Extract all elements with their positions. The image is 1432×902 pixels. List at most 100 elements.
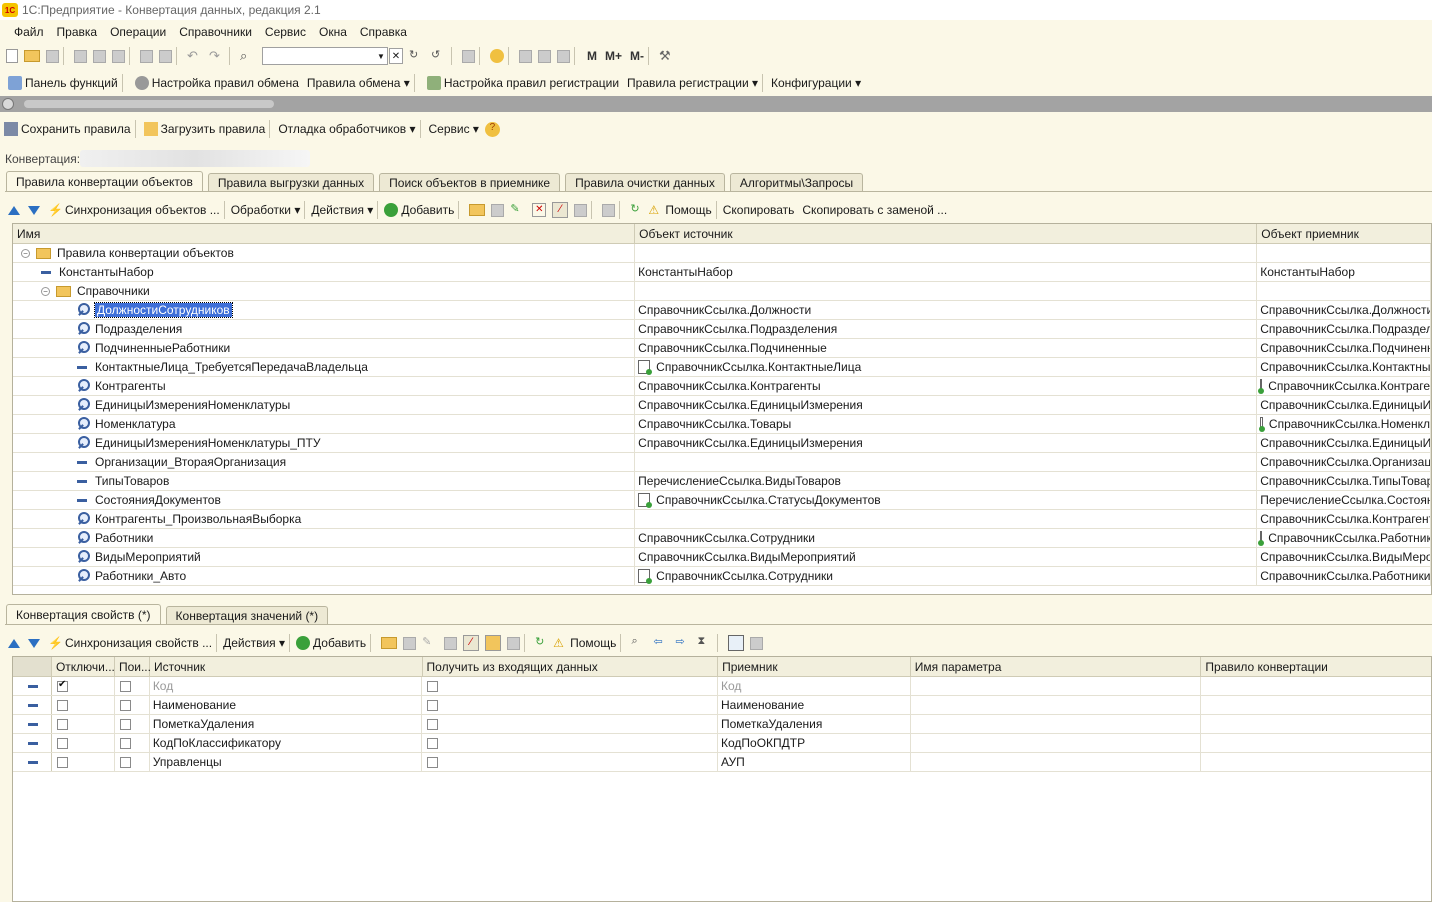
move-down-icon[interactable] bbox=[28, 205, 40, 215]
move-up-icon[interactable] bbox=[8, 205, 20, 215]
copy-row-icon[interactable] bbox=[491, 203, 505, 217]
search-icon[interactable]: ⌕ bbox=[240, 48, 256, 64]
column-header-param-name[interactable]: Имя параметра bbox=[911, 657, 1202, 676]
source-object-cell[interactable]: СправочникСсылка.ЕдиницыИзмерения bbox=[635, 396, 1258, 414]
incoming-cell[interactable] bbox=[422, 696, 718, 714]
source-cell[interactable]: ПометкаУдаления bbox=[150, 715, 423, 733]
load-rules-button[interactable]: Загрузить правила bbox=[143, 122, 265, 136]
debug-handlers-menu[interactable]: Отладка обработчиков ▾ bbox=[278, 122, 415, 136]
source-cell[interactable]: Код bbox=[150, 677, 423, 695]
service-menu[interactable]: Сервис ▾ bbox=[429, 122, 479, 136]
source-object-cell[interactable]: СправочникСсылка.СтатусыДокументов bbox=[635, 491, 1258, 509]
search-checkbox[interactable] bbox=[119, 699, 131, 711]
table-row[interactable]: Организации_ВтораяОрганизация СправочникС… bbox=[13, 453, 1431, 472]
calendar-icon[interactable] bbox=[538, 49, 551, 63]
registration-rules-settings-button[interactable]: Настройка правил регистрации bbox=[426, 76, 619, 90]
disabled-cell[interactable] bbox=[52, 677, 115, 695]
memory-m-plus-button[interactable]: M+ bbox=[605, 49, 622, 63]
source-object-cell[interactable]: СправочникСсылка.Должности bbox=[635, 301, 1258, 319]
collapse-toggle-icon[interactable]: − bbox=[41, 286, 50, 296]
incoming-checkbox[interactable] bbox=[427, 699, 439, 711]
list-settings-icon[interactable] bbox=[507, 636, 521, 650]
incoming-checkbox[interactable] bbox=[427, 718, 439, 730]
table-row[interactable]: КодПоКлассификатору КодПоОКПДТР bbox=[13, 734, 1431, 753]
move-down-icon[interactable] bbox=[28, 638, 40, 648]
copy-icon[interactable] bbox=[93, 49, 106, 63]
rule-name-cell[interactable]: КонтактныеЛица_ТребуетсяПередачаВладельц… bbox=[13, 358, 636, 376]
paste-icon[interactable] bbox=[112, 49, 125, 63]
search-checkbox[interactable] bbox=[119, 756, 131, 768]
mark-delete-icon[interactable]: ⁄ bbox=[552, 202, 569, 218]
target-cell[interactable]: Наименование bbox=[718, 696, 911, 714]
disabled-checkbox[interactable] bbox=[56, 699, 68, 711]
menu-item-3[interactable]: Справочники bbox=[179, 25, 252, 39]
target-object-cell[interactable]: ПеречислениеСсылка.Состояния bbox=[1257, 491, 1431, 509]
group-icon[interactable] bbox=[485, 635, 502, 651]
search-cell[interactable] bbox=[115, 696, 150, 714]
tab-top_tabs-2[interactable]: Поиск объектов в приемнике bbox=[379, 173, 561, 191]
collapse-toggle-icon[interactable]: − bbox=[21, 248, 30, 258]
copy-button[interactable]: Скопировать bbox=[723, 203, 795, 217]
incoming-cell[interactable] bbox=[422, 715, 718, 733]
rule-name-cell[interactable]: Работники bbox=[13, 529, 636, 547]
disabled-checkbox[interactable] bbox=[56, 737, 68, 749]
sync-objects-button[interactable]: ⚡ Синхронизация объектов ... bbox=[48, 203, 220, 217]
table-row[interactable]: КонстантыНабор КонстантыНабор КонстантыНаб… bbox=[13, 263, 1431, 282]
refresh-icon[interactable]: ↻ bbox=[535, 635, 551, 651]
exchange-rules-menu[interactable]: Правила обмена ▾ bbox=[307, 76, 410, 90]
target-object-cell[interactable]: СправочникСсылка.Подчиненные bbox=[1257, 339, 1431, 357]
search-cell[interactable] bbox=[115, 753, 150, 771]
incoming-cell[interactable] bbox=[422, 677, 718, 695]
print-icon[interactable] bbox=[140, 49, 153, 63]
clear-search-button[interactable]: ✕ bbox=[389, 48, 403, 64]
info-icon[interactable] bbox=[490, 49, 504, 63]
rule-name-cell[interactable]: Номенклатура bbox=[13, 415, 636, 433]
tab-top_tabs-3[interactable]: Правила очистки данных bbox=[565, 173, 725, 191]
help-button[interactable]: ⚠ Помощь bbox=[648, 203, 711, 217]
calculator-icon[interactable] bbox=[519, 49, 532, 63]
table-row[interactable]: Контрагенты_ПроизвольнаяВыборка Справочни… bbox=[13, 510, 1431, 529]
actions-menu[interactable]: Действия ▾ bbox=[223, 636, 285, 650]
list-settings-icon[interactable] bbox=[574, 203, 588, 217]
rule-name-cell[interactable]: Контрагенты bbox=[13, 377, 636, 395]
actions-menu[interactable]: Действия ▾ bbox=[311, 203, 373, 217]
table-row[interactable]: ЕдиницыИзмеренияНоменклатуры_ПТУ Справочн… bbox=[13, 434, 1431, 453]
rule-name-cell[interactable]: − Справочники bbox=[13, 282, 636, 300]
rule-name-cell[interactable]: Подразделения bbox=[13, 320, 636, 338]
source-object-cell[interactable]: СправочникСсылка.Сотрудники bbox=[635, 529, 1258, 547]
disabled-checkbox[interactable] bbox=[56, 679, 68, 692]
target-object-cell[interactable] bbox=[1257, 282, 1431, 300]
table-row[interactable]: СостоянияДокументов СправочникСсылка.Стат… bbox=[13, 491, 1431, 510]
copy-row-icon[interactable] bbox=[403, 636, 417, 650]
users-icon[interactable] bbox=[557, 49, 570, 63]
exchange-rules-settings-button[interactable]: Настройка правил обмена bbox=[134, 76, 299, 90]
target-object-cell[interactable]: СправочникСсылка.КонтактныеЛ bbox=[1257, 358, 1431, 376]
rule-name-cell[interactable]: − Правила конвертации объектов bbox=[13, 244, 636, 262]
configurations-menu[interactable]: Конфигурации ▾ bbox=[771, 76, 861, 90]
memory-m-button[interactable]: M bbox=[587, 49, 597, 63]
source-object-cell[interactable]: СправочникСсылка.Товары bbox=[635, 415, 1258, 433]
search-cell[interactable] bbox=[115, 715, 150, 733]
table-row[interactable]: ПометкаУдаления ПометкаУдаления bbox=[13, 715, 1431, 734]
source-object-cell[interactable]: СправочникСсылка.Сотрудники bbox=[635, 567, 1258, 585]
tab-bottom_tabs-0[interactable]: Конвертация свойств (*) bbox=[6, 604, 161, 624]
param-name-cell[interactable] bbox=[911, 734, 1202, 752]
search-checkbox[interactable] bbox=[119, 737, 131, 749]
chevron-down-icon[interactable]: ▼ bbox=[375, 48, 387, 64]
search-checkbox[interactable] bbox=[119, 680, 131, 692]
menu-item-6[interactable]: Справка bbox=[360, 25, 407, 39]
source-object-cell[interactable]: СправочникСсылка.Подразделения bbox=[635, 320, 1258, 338]
undo-icon[interactable]: ↶ bbox=[187, 48, 203, 64]
table-row[interactable]: Код Код bbox=[13, 677, 1431, 696]
disabled-checkbox[interactable] bbox=[56, 756, 68, 768]
incoming-checkbox[interactable] bbox=[427, 737, 439, 749]
target-object-cell[interactable]: СправочникСсылка.Контрагенты bbox=[1257, 510, 1431, 528]
arrow-right-icon[interactable]: ⇨ bbox=[675, 635, 691, 651]
tab-top_tabs-1[interactable]: Правила выгрузки данных bbox=[207, 173, 375, 191]
table-row[interactable]: − Справочники bbox=[13, 282, 1431, 301]
target-cell[interactable]: Код bbox=[718, 677, 911, 695]
column-header-target[interactable]: Объект приемник bbox=[1257, 224, 1431, 243]
add-button[interactable]: Добавить bbox=[384, 203, 454, 217]
disabled-checkbox[interactable] bbox=[56, 718, 68, 730]
table-row[interactable]: Управленцы АУП bbox=[13, 753, 1431, 772]
